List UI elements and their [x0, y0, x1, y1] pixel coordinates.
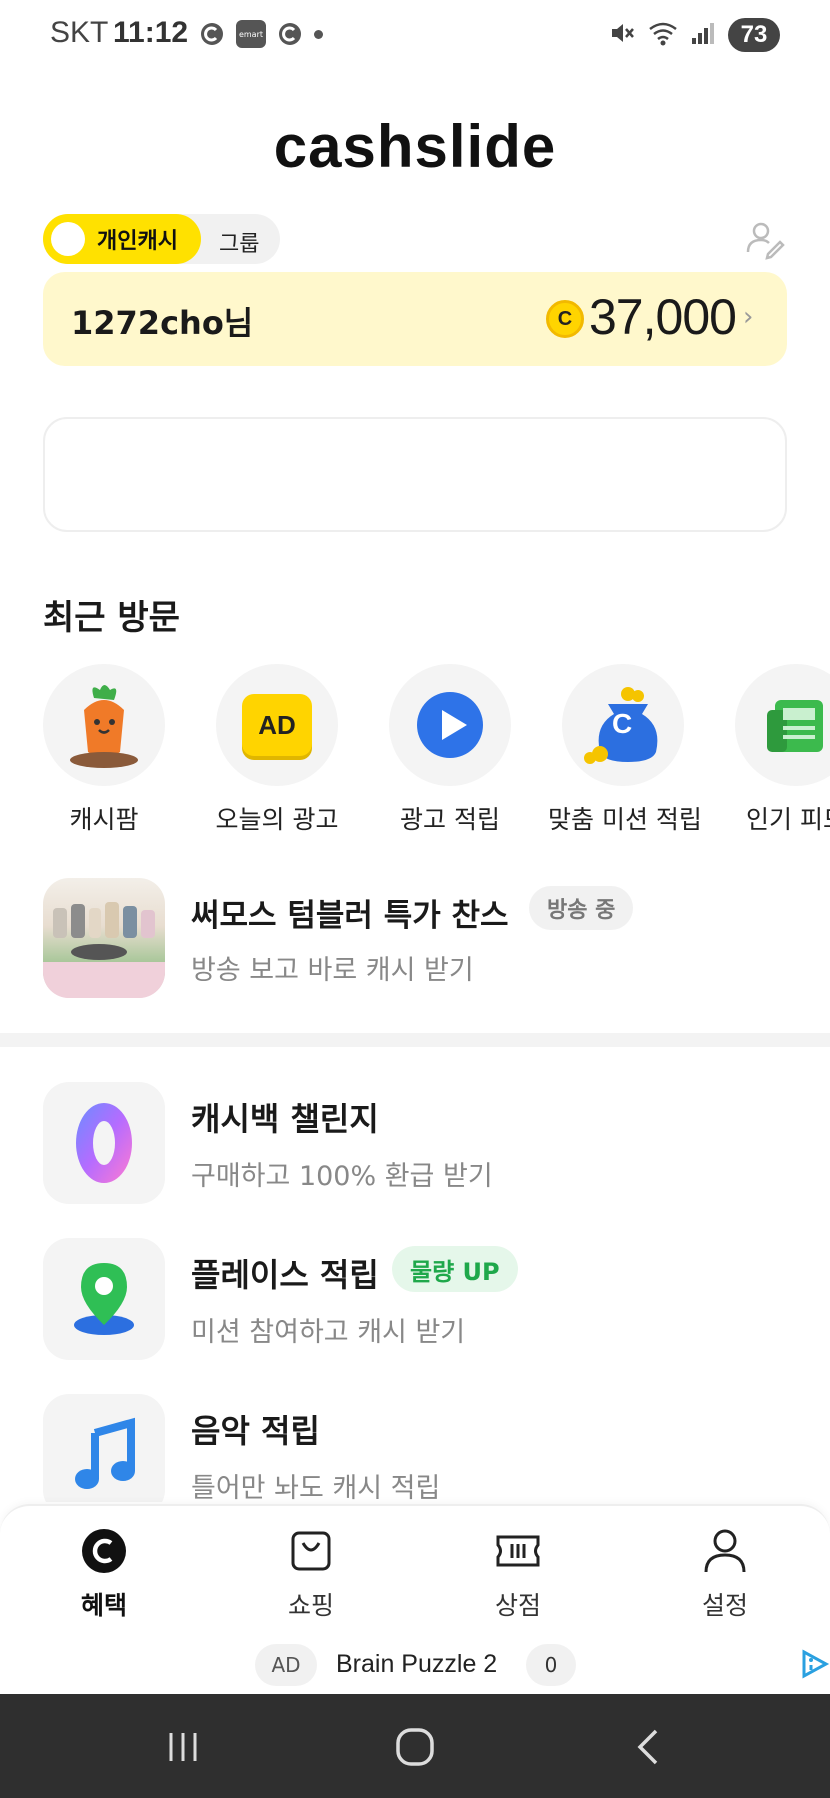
tab-label: 상점 [494, 1591, 541, 1620]
recent-item-label: 광고 적립 [400, 805, 500, 834]
live-promo-title: 써모스 텀블러 특가 찬스 [191, 898, 509, 934]
personal-cash-label: 개인캐시 [97, 229, 178, 254]
back-button[interactable] [617, 1722, 677, 1772]
recent-item-label: 캐시팜 [69, 805, 139, 834]
recent-item-mission[interactable]: C 맞춤 미션 적립 [548, 664, 702, 834]
recent-item-label: 오늘의 광고 [215, 805, 339, 834]
person-icon [700, 1526, 750, 1576]
cash-c-icon [79, 1526, 129, 1576]
chevron-right-icon: › [743, 302, 754, 332]
system-status-icons: 73 [608, 18, 780, 52]
tab-label: 설정 [701, 1591, 748, 1620]
recent-apps-button[interactable] [153, 1722, 213, 1772]
menu-item-music-earn[interactable]: 음악 적립 틀어만 놔도 캐시 적립 [43, 1394, 787, 1502]
section-divider [0, 1033, 830, 1047]
menu-item-cashback-challenge[interactable]: 캐시백 챌린지 구매하고 100% 환급 받기 [43, 1082, 787, 1204]
bottom-tab-bar: 혜택 쇼핑 상점 설정 AD Brain Puzzle 2 0 [0, 1504, 830, 1694]
recent-item-label: 인기 피드 [746, 805, 830, 834]
recent-item-label: 맞춤 미션 적립 [548, 805, 702, 834]
menu-item-title: 캐시백 챌린지 [191, 1100, 379, 1138]
recent-item-cashfarm[interactable]: 캐시팜 [43, 664, 179, 834]
cashslide-icon [276, 20, 304, 48]
ad-count: 0 [526, 1644, 576, 1686]
coin-icon: C [546, 300, 584, 338]
map-pin-icon [43, 1238, 165, 1360]
ad-banner[interactable]: AD Brain Puzzle 2 0 [0, 1642, 830, 1692]
system-navigation-bar [0, 1694, 830, 1798]
live-thumbnail [43, 878, 165, 998]
recent-item-today-ad[interactable]: AD 오늘의 광고 [202, 664, 352, 834]
home-button[interactable] [385, 1722, 445, 1772]
cash-balance-card[interactable]: 1272cho님 C 37,000 › [43, 272, 787, 366]
status-bar: SKT 11:12 emart 73 [0, 0, 830, 70]
ad-icon-text: AD [242, 694, 312, 756]
zero-icon [43, 1082, 165, 1204]
tab-label: 혜택 [80, 1591, 127, 1620]
banner-placeholder[interactable] [43, 417, 787, 532]
music-note-icon [43, 1394, 165, 1502]
toggle-knob [51, 222, 85, 256]
cashslide-icon [198, 20, 226, 48]
clock: 11:12 [113, 16, 189, 49]
ad-tag: AD [255, 1644, 317, 1686]
money-bag-letter: C [612, 708, 633, 739]
live-promo[interactable]: 써모스 텀블러 특가 찬스 방송 중 방송 보고 바로 캐시 받기 [43, 878, 787, 998]
battery-indicator: 73 [728, 18, 780, 52]
mute-icon [608, 19, 636, 51]
live-promo-subtitle: 방송 보고 바로 캐시 받기 [191, 955, 474, 986]
tab-benefits[interactable]: 혜택 [34, 1526, 174, 1622]
more-notifications-dot [314, 29, 323, 39]
tab-shopping[interactable]: 쇼핑 [241, 1526, 381, 1622]
shopping-bag-icon [286, 1526, 336, 1576]
volume-up-badge: 물량 UP [392, 1246, 518, 1292]
cash-mode-toggle[interactable]: 개인캐시 그룹 [43, 214, 280, 264]
app-logo: cashslide [273, 113, 557, 180]
recent-visits-title: 최근 방문 [43, 598, 180, 638]
live-badge: 방송 중 [529, 886, 634, 930]
recent-item-ad-earn[interactable]: 광고 적립 [375, 664, 525, 834]
menu-item-title: 음악 적립 [191, 1412, 320, 1450]
ad-icon: AD [216, 664, 338, 786]
play-icon [389, 664, 511, 786]
carrier-label: SKT [50, 16, 109, 49]
menu-item-subtitle: 미션 참여하고 캐시 받기 [191, 1317, 466, 1348]
signal-icon [690, 20, 716, 50]
tab-settings[interactable]: 설정 [655, 1526, 795, 1622]
ticket-icon [493, 1526, 543, 1576]
cash-amount: 37,000 [589, 289, 737, 345]
tab-label: 쇼핑 [287, 1591, 334, 1620]
money-bag-icon: C [562, 664, 684, 786]
ad-title[interactable]: Brain Puzzle 2 [336, 1650, 497, 1679]
wifi-icon [648, 19, 678, 51]
notification-icons: emart [198, 20, 323, 48]
menu-item-title: 플레이스 적립 [191, 1256, 379, 1294]
adchoices-icon[interactable] [800, 1648, 830, 1680]
menu-item-subtitle: 틀어만 놔도 캐시 적립 [191, 1473, 441, 1502]
tab-store[interactable]: 상점 [448, 1526, 588, 1622]
recent-item-popular-feed[interactable]: 인기 피드 [721, 664, 830, 834]
recent-visits-row[interactable]: 캐시팜 AD 오늘의 광고 광고 적립 C 맞춤 미션 적립 인기 피드 [43, 664, 830, 834]
carrot-icon [43, 664, 165, 786]
emart-icon: emart [236, 20, 266, 48]
menu-item-subtitle: 구매하고 100% 환급 받기 [191, 1161, 493, 1192]
personal-cash-tab[interactable]: 개인캐시 [43, 214, 201, 264]
menu-item-place-earn[interactable]: 플레이스 적립 물량 UP 미션 참여하고 캐시 받기 [43, 1238, 787, 1360]
group-cash-tab[interactable]: 그룹 [219, 226, 259, 258]
profile-edit-icon[interactable] [744, 218, 786, 260]
user-name: 1272cho님 [71, 304, 254, 342]
newspaper-icon [735, 664, 830, 786]
